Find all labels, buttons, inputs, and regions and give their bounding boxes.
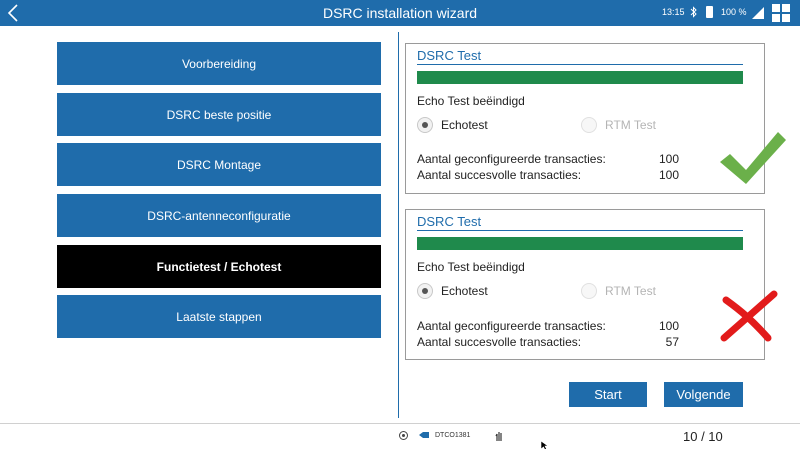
device-id: DTCO1381 xyxy=(435,432,471,439)
test-status-text: Echo Test beëindigd xyxy=(417,260,525,274)
rtm-test-radio[interactable]: RTM Test xyxy=(581,117,656,133)
step-laatste-stappen-button[interactable]: Laatste stappen xyxy=(57,295,381,338)
configured-label: Aantal geconfigureerde transacties: xyxy=(417,319,606,333)
step-label: DSRC-antenneconfiguratie xyxy=(147,208,291,223)
radio-dot xyxy=(422,122,428,128)
successful-transactions-row: Aantal succesvolle transacties: 57 xyxy=(417,335,679,349)
start-label: Start xyxy=(594,387,622,402)
step-dsrc-montage-button[interactable]: DSRC Montage xyxy=(57,143,381,186)
step-dsrc-beste-positie-button[interactable]: DSRC beste positie xyxy=(57,93,381,136)
configured-value: 100 xyxy=(658,152,679,166)
test-progress-bar xyxy=(417,237,743,250)
apps-grid-icon[interactable] xyxy=(772,4,790,22)
radio-circle xyxy=(417,283,433,299)
clock: 13:15 xyxy=(662,7,685,17)
battery-level: 100 % xyxy=(721,7,747,17)
dsrc-test-panel-2: DSRC Test Echo Test beëindigd Echotest R… xyxy=(405,209,778,360)
progress-fill xyxy=(417,237,743,250)
configured-label: Aantal geconfigureerde transacties: xyxy=(417,152,606,166)
start-button[interactable]: Start xyxy=(569,382,647,407)
step-label: DSRC beste positie xyxy=(166,107,272,122)
step-label: Functietest / Echotest xyxy=(156,259,282,274)
bluetooth-icon xyxy=(690,6,697,18)
panel-title: DSRC Test xyxy=(417,48,482,63)
progress-fill xyxy=(417,71,743,84)
echotest-radio[interactable]: Echotest xyxy=(417,117,488,133)
successful-transactions-row: Aantal succesvolle transacties: 100 xyxy=(417,168,679,182)
radio-label: Echotest xyxy=(441,118,488,132)
radio-label: RTM Test xyxy=(605,284,656,298)
radio-circle xyxy=(581,117,597,133)
dsrc-test-panel-1: DSRC Test Echo Test beëindigd Echotest R… xyxy=(405,43,786,194)
vertical-divider xyxy=(398,32,399,418)
battery-icon xyxy=(706,6,713,18)
radio-dot xyxy=(422,288,428,294)
cross-icon xyxy=(720,290,778,342)
checkmark-icon xyxy=(720,132,786,184)
step-voorbereiding-button[interactable]: Voorbereiding xyxy=(57,42,381,85)
step-label: Laatste stappen xyxy=(176,309,262,324)
step-label: Voorbereiding xyxy=(181,56,257,71)
hand-icon xyxy=(495,432,502,441)
panel-title-rule xyxy=(417,230,743,231)
configured-transactions-row: Aantal geconfigureerde transacties: 100 xyxy=(417,152,679,166)
success-value: 100 xyxy=(658,168,679,182)
next-button[interactable]: Volgende xyxy=(664,382,743,407)
footer-divider xyxy=(0,423,800,424)
success-value: 57 xyxy=(665,335,679,349)
success-label: Aantal succesvolle transacties: xyxy=(417,168,582,182)
mouse-cursor-icon xyxy=(541,441,549,449)
panel-title-rule xyxy=(417,64,743,65)
step-dsrc-antenneconfiguratie-button[interactable]: DSRC-antenneconfiguratie xyxy=(57,194,381,237)
step-label: DSRC Montage xyxy=(176,157,262,172)
signal-icon xyxy=(752,7,764,19)
echotest-radio[interactable]: Echotest xyxy=(417,283,488,299)
rtm-test-radio[interactable]: RTM Test xyxy=(581,283,656,299)
test-progress-bar xyxy=(417,71,743,84)
tachograph-icon xyxy=(419,432,429,438)
configured-transactions-row: Aantal geconfigureerde transacties: 100 xyxy=(417,319,679,333)
step-functietest-echotest-button[interactable]: Functietest / Echotest xyxy=(57,245,381,288)
test-status-text: Echo Test beëindigd xyxy=(417,94,525,108)
title-bar: DSRC installation wizard 13:15 100 % xyxy=(0,0,800,26)
configured-value: 100 xyxy=(658,319,679,333)
radio-circle xyxy=(581,283,597,299)
success-label: Aantal succesvolle transacties: xyxy=(417,335,582,349)
radio-label: Echotest xyxy=(441,284,488,298)
radio-circle xyxy=(417,117,433,133)
panel-title: DSRC Test xyxy=(417,214,482,229)
next-label: Volgende xyxy=(676,387,731,402)
radio-label: RTM Test xyxy=(605,118,656,132)
settings-icon[interactable] xyxy=(398,430,409,441)
page-counter: 10 / 10 xyxy=(683,429,723,444)
